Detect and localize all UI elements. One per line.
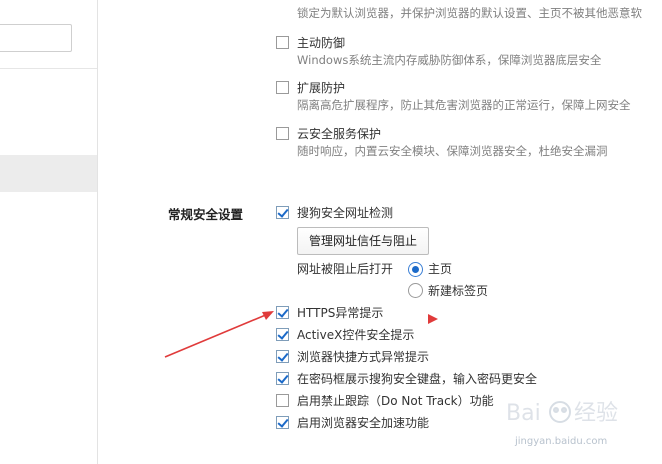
watermark-url: jingyan.baidu.com <box>515 436 608 447</box>
svg-text:Bai: Bai <box>506 401 541 426</box>
annotation-arrow-head <box>262 311 274 320</box>
annotation-arrow-line <box>164 313 269 358</box>
annotation-triangle-marker <box>428 314 438 324</box>
svg-text:经验: 经验 <box>574 401 618 426</box>
